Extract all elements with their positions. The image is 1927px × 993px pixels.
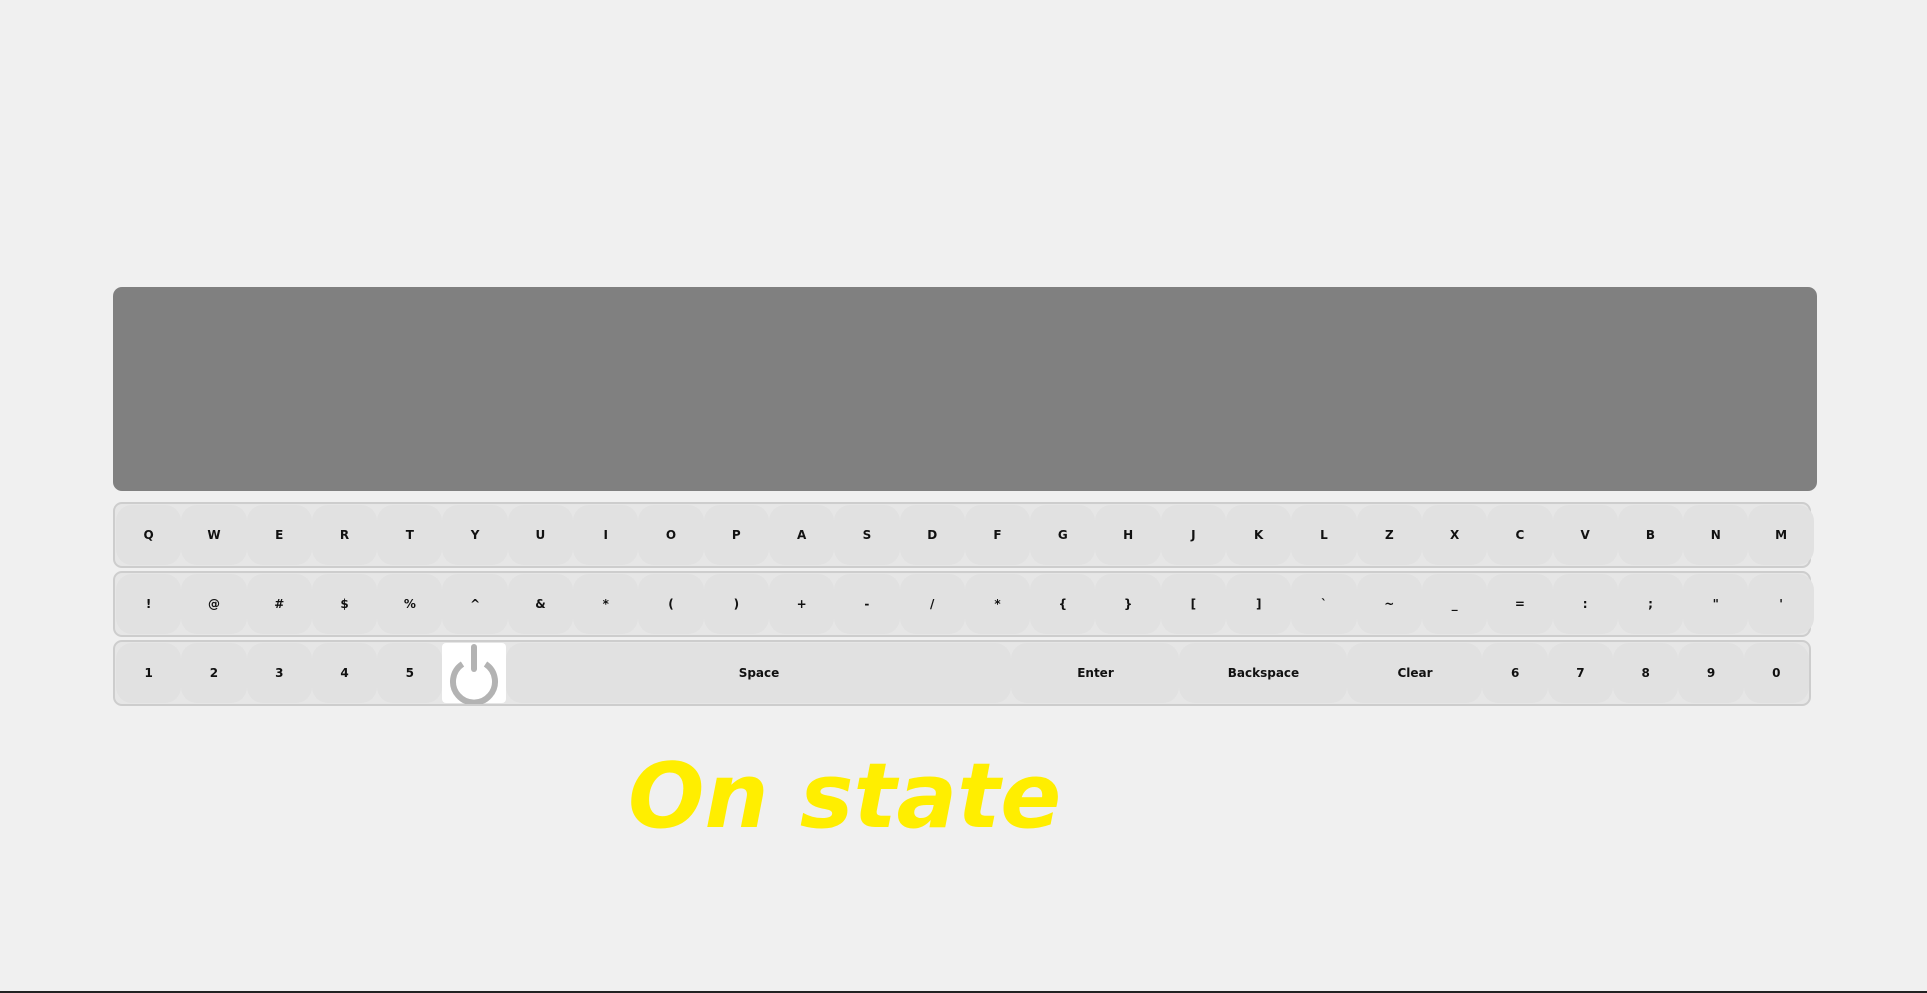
- enter-key[interactable]: Enter: [1011, 643, 1180, 703]
- symbol-key[interactable]: ": [1683, 574, 1749, 634]
- letter-key[interactable]: W: [181, 505, 247, 565]
- letter-key[interactable]: E: [246, 505, 312, 565]
- symbol-key[interactable]: $: [311, 574, 378, 634]
- letter-key[interactable]: M: [1748, 505, 1814, 565]
- symbol-key[interactable]: `: [1291, 574, 1357, 634]
- letter-key[interactable]: Q: [116, 505, 182, 565]
- letter-key[interactable]: Y: [442, 505, 508, 565]
- symbol-key[interactable]: /: [899, 574, 965, 634]
- symbol-key[interactable]: &: [507, 574, 574, 634]
- symbol-key[interactable]: +: [768, 574, 835, 634]
- key-2[interactable]: 2: [181, 643, 247, 703]
- letter-key[interactable]: U: [507, 505, 574, 565]
- text-display: [113, 287, 1817, 491]
- clear-key[interactable]: Clear: [1347, 643, 1483, 703]
- symbol-key[interactable]: *: [964, 574, 1031, 634]
- key-9[interactable]: 9: [1678, 643, 1744, 703]
- letter-key[interactable]: F: [964, 505, 1031, 565]
- symbol-key[interactable]: #: [246, 574, 312, 634]
- letter-key[interactable]: A: [768, 505, 835, 565]
- space-key[interactable]: Space: [506, 643, 1012, 703]
- key-1[interactable]: 1: [116, 643, 182, 703]
- letter-key[interactable]: T: [377, 505, 443, 565]
- letter-key[interactable]: B: [1617, 505, 1684, 565]
- number-key-row: 1 2 3 4 5 Space Enter Backspace Clear 6 …: [113, 640, 1811, 706]
- letter-key[interactable]: K: [1226, 505, 1292, 565]
- letter-key[interactable]: L: [1291, 505, 1357, 565]
- letter-key[interactable]: I: [573, 505, 639, 565]
- letter-key[interactable]: J: [1160, 505, 1227, 565]
- symbol-key[interactable]: *: [573, 574, 639, 634]
- symbol-key[interactable]: ': [1748, 574, 1814, 634]
- symbol-key[interactable]: @: [181, 574, 247, 634]
- symbol-key[interactable]: ^: [442, 574, 508, 634]
- symbol-key[interactable]: (: [638, 574, 704, 634]
- symbol-key[interactable]: -: [834, 574, 900, 634]
- letter-key-row: QWERTYUIOPASDFGHJKLZXCVBNM: [113, 502, 1814, 568]
- letter-key[interactable]: X: [1421, 505, 1488, 565]
- letter-key[interactable]: V: [1552, 505, 1618, 565]
- symbol-key[interactable]: {: [1030, 574, 1096, 634]
- power-icon: [450, 644, 499, 704]
- letter-key[interactable]: N: [1683, 505, 1749, 565]
- key-3[interactable]: 3: [246, 643, 312, 703]
- symbol-key-row: ! @ # $% ^ & *() + - / *{}[] ` ~ _ =:; " ': [113, 571, 1814, 637]
- symbol-key[interactable]: ;: [1617, 574, 1684, 634]
- symbol-key[interactable]: [: [1160, 574, 1227, 634]
- letter-key[interactable]: D: [899, 505, 965, 565]
- letter-key[interactable]: G: [1030, 505, 1096, 565]
- symbol-key[interactable]: ~: [1356, 574, 1422, 634]
- symbol-key[interactable]: %: [377, 574, 443, 634]
- key-4[interactable]: 4: [311, 643, 378, 703]
- key-0[interactable]: 0: [1743, 643, 1809, 703]
- state-label: On state: [628, 744, 1062, 849]
- symbol-key[interactable]: =: [1487, 574, 1553, 634]
- key-8[interactable]: 8: [1613, 643, 1679, 703]
- symbol-key[interactable]: _: [1421, 574, 1488, 634]
- backspace-key[interactable]: Backspace: [1179, 643, 1348, 703]
- letter-key[interactable]: Z: [1356, 505, 1422, 565]
- letter-key[interactable]: P: [703, 505, 769, 565]
- symbol-key[interactable]: }: [1095, 574, 1161, 634]
- symbol-key[interactable]: ): [703, 574, 769, 634]
- letter-key[interactable]: H: [1095, 505, 1161, 565]
- key-6[interactable]: 6: [1482, 643, 1548, 703]
- symbol-key[interactable]: !: [116, 574, 182, 634]
- key-7[interactable]: 7: [1547, 643, 1614, 703]
- key-5[interactable]: 5: [377, 643, 443, 703]
- letter-key[interactable]: C: [1487, 505, 1553, 565]
- symbol-key[interactable]: :: [1552, 574, 1618, 634]
- letter-key[interactable]: S: [834, 505, 900, 565]
- letter-key[interactable]: O: [638, 505, 704, 565]
- symbol-key[interactable]: ]: [1226, 574, 1292, 634]
- power-button[interactable]: [442, 643, 507, 704]
- letter-key[interactable]: R: [311, 505, 378, 565]
